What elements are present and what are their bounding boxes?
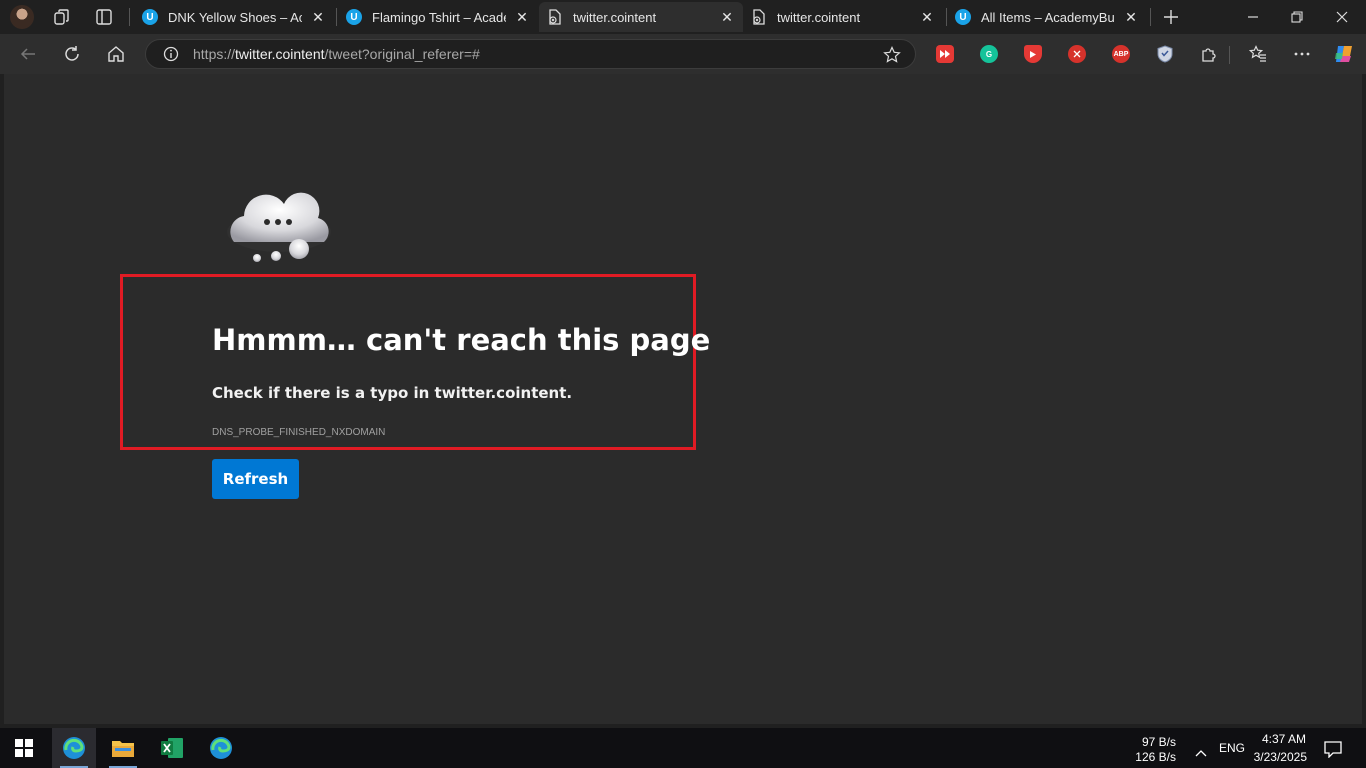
- tab-all-items[interactable]: U All Items – AcademyBugs.c ✕: [947, 2, 1147, 32]
- show-hidden-icons-chevron-up-icon[interactable]: [1195, 742, 1207, 761]
- tab-title: All Items – AcademyBugs.c: [981, 9, 1115, 25]
- close-icon[interactable]: ✕: [919, 9, 935, 25]
- restore-icon[interactable]: [1275, 4, 1319, 30]
- taskbar-edge[interactable]: [199, 728, 243, 768]
- academy-favicon-icon: U: [955, 9, 971, 25]
- tab-dnk-yellow-shoes[interactable]: U DNK Yellow Shoes – Academ ✕: [134, 2, 334, 32]
- grammarly-extension-icon[interactable]: G: [980, 45, 998, 63]
- windows-logo-icon: [15, 739, 33, 757]
- clock-date[interactable]: 3/23/2025: [1254, 750, 1307, 764]
- tab-title: Flamingo Tshirt – Academy: [372, 9, 506, 25]
- cloud-thinking-icon: [224, 190, 334, 270]
- error-page-icon: [751, 9, 767, 25]
- error-code: DNS_PROBE_FINISHED_NXDOMAIN: [212, 427, 386, 438]
- error-subtitle: Check if there is a typo in twitter.coin…: [212, 384, 573, 402]
- taskbar-excel[interactable]: [150, 728, 194, 768]
- taskbar-file-explorer[interactable]: [101, 728, 145, 768]
- url-host: twitter.cointent: [235, 46, 325, 62]
- red-circle-extension-icon[interactable]: [1068, 45, 1086, 63]
- browser-toolbar: https://twitter.cointent/tweet?original_…: [0, 34, 1366, 74]
- home-icon[interactable]: [102, 40, 130, 68]
- url-text[interactable]: https://twitter.cointent/tweet?original_…: [193, 46, 480, 62]
- favorites-icon[interactable]: [1244, 40, 1272, 68]
- info-icon[interactable]: [163, 46, 179, 66]
- tab-title: twitter.cointent: [573, 9, 657, 25]
- back-arrow-icon[interactable]: [14, 40, 42, 68]
- windows-taskbar: 97 B/s 126 B/s ENG 4:37 AM 3/23/2025: [0, 728, 1366, 768]
- language-indicator[interactable]: ENG: [1219, 741, 1245, 755]
- tab-title: twitter.cointent: [777, 9, 861, 25]
- url-prefix: https://: [193, 46, 236, 62]
- extensions-puzzle-icon[interactable]: [1195, 40, 1223, 68]
- favorite-star-icon[interactable]: [883, 46, 901, 68]
- network-down-speed: 97 B/s: [1141, 735, 1176, 749]
- profile-avatar[interactable]: [10, 5, 34, 29]
- copilot-icon[interactable]: [1330, 40, 1358, 68]
- more-options-icon[interactable]: [1288, 40, 1316, 68]
- academy-favicon-icon: U: [142, 9, 158, 25]
- edge-icon: [210, 737, 232, 759]
- minimize-icon[interactable]: [1231, 4, 1275, 30]
- youtube-extension-icon[interactable]: [1024, 45, 1042, 63]
- tab-title: DNK Yellow Shoes – Academ: [168, 9, 302, 25]
- edge-icon: [63, 737, 85, 759]
- folder-icon: [112, 741, 134, 757]
- start-button[interactable]: [2, 728, 46, 768]
- url-path: /tweet?original_referer=#: [324, 46, 480, 62]
- excel-icon: [161, 738, 183, 758]
- address-bar[interactable]: https://twitter.cointent/tweet?original_…: [145, 39, 916, 69]
- close-icon[interactable]: ✕: [719, 9, 735, 25]
- tab-actions-icon[interactable]: [94, 7, 114, 27]
- clock-time[interactable]: 4:37 AM: [1262, 732, 1306, 746]
- adblock-plus-extension-icon[interactable]: ABP: [1112, 45, 1130, 63]
- tab-twitter-cointent-active[interactable]: twitter.cointent ✕: [539, 2, 743, 32]
- error-page-icon: [547, 9, 563, 25]
- taskbar-edge-active[interactable]: [52, 728, 96, 768]
- academy-favicon-icon: U: [346, 9, 362, 25]
- video-speed-extension-icon[interactable]: [936, 45, 954, 63]
- close-icon[interactable]: ✕: [310, 9, 326, 25]
- notifications-icon[interactable]: [1324, 740, 1342, 762]
- refresh-button[interactable]: Refresh: [212, 459, 299, 499]
- close-icon[interactable]: ✕: [514, 9, 530, 25]
- network-up-speed: 126 B/s: [1135, 750, 1176, 764]
- tab-flamingo-tshirt[interactable]: U Flamingo Tshirt – Academy ✕: [338, 2, 538, 32]
- new-tab-icon[interactable]: [1161, 7, 1181, 27]
- close-icon[interactable]: ✕: [1123, 9, 1139, 25]
- shield-extension-icon[interactable]: [1156, 45, 1174, 63]
- tab-strip: U DNK Yellow Shoes – Academ ✕ U Flamingo…: [0, 0, 1366, 34]
- annotation-highlight-box: [120, 274, 696, 450]
- reload-icon[interactable]: [58, 40, 86, 68]
- error-title: Hmmm… can't reach this page: [212, 323, 711, 357]
- workspaces-icon[interactable]: [52, 7, 72, 27]
- close-window-icon[interactable]: [1320, 4, 1364, 30]
- tab-twitter-cointent[interactable]: twitter.cointent ✕: [743, 2, 943, 32]
- error-page: Hmmm… can't reach this page Check if the…: [4, 74, 1362, 724]
